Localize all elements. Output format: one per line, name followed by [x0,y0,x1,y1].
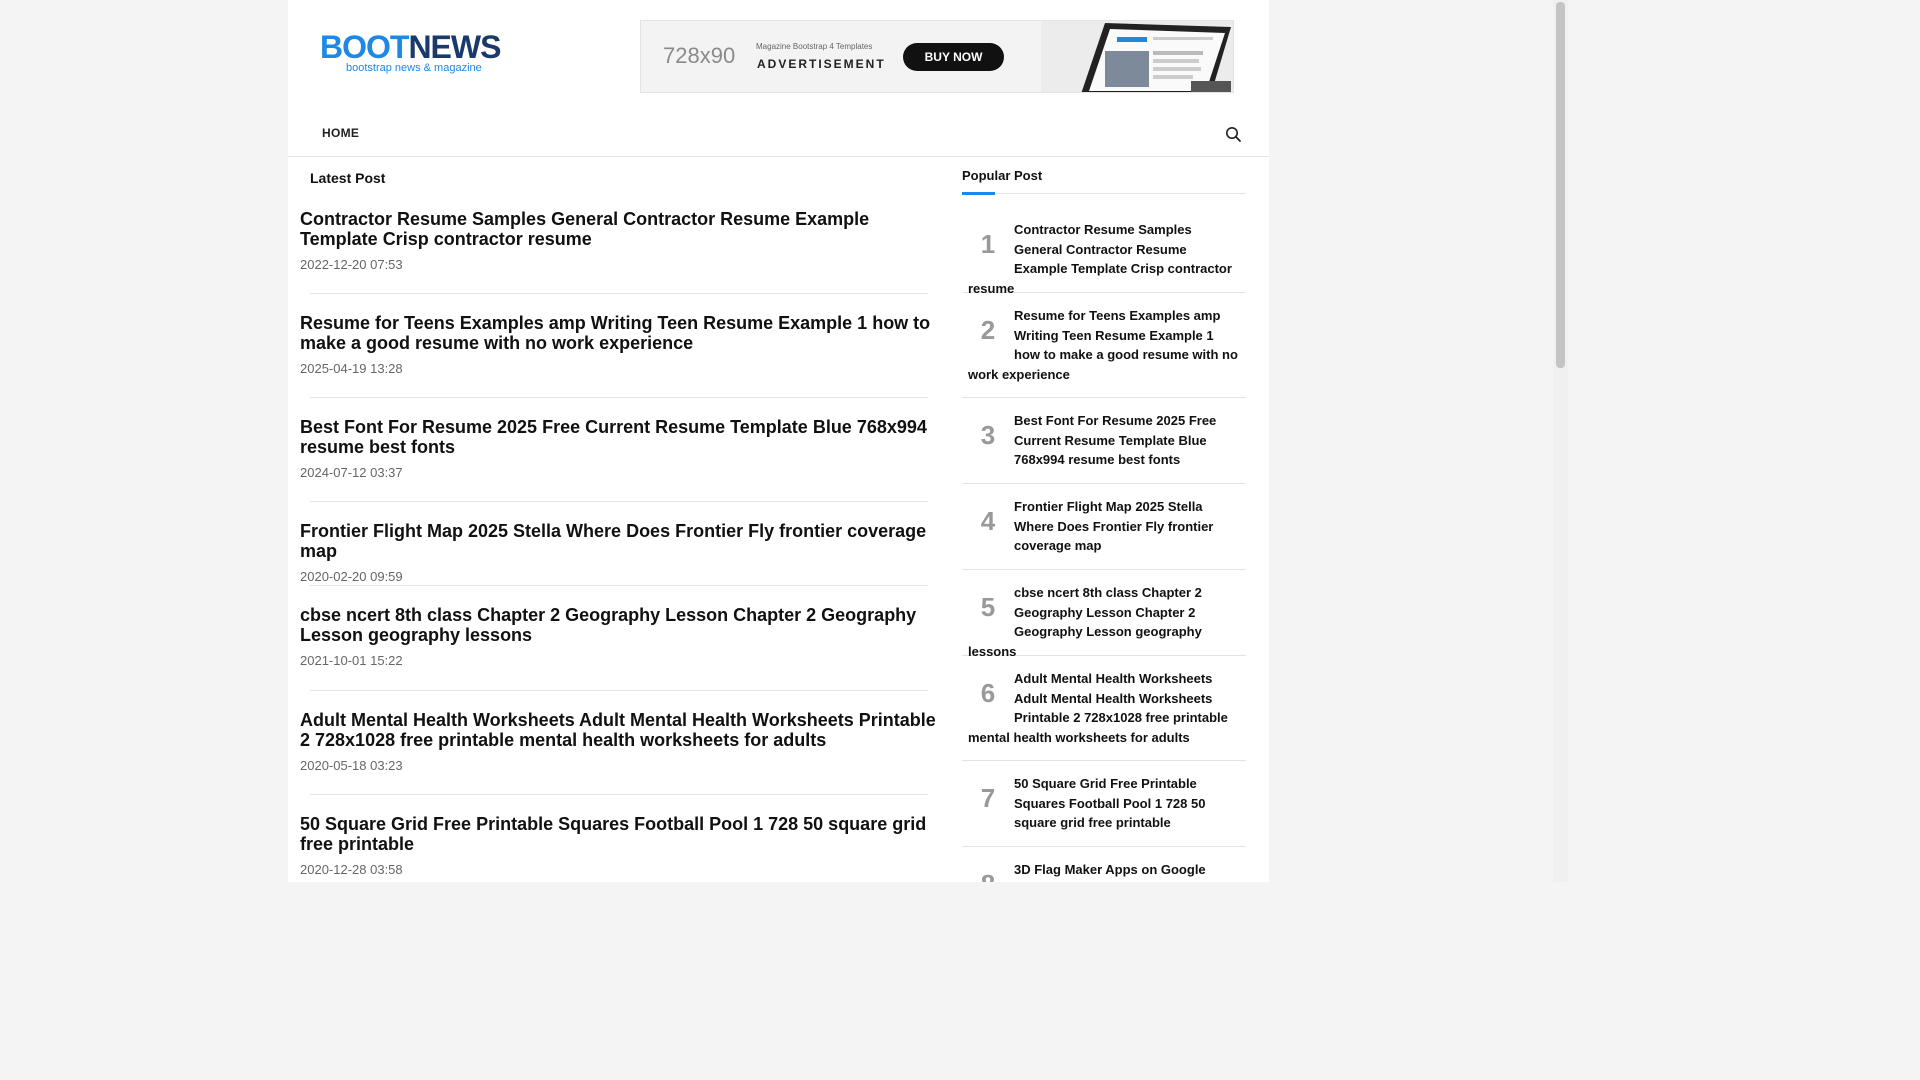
heading-accent-bar [962,192,995,195]
popular-rank: 8 [968,866,1008,882]
nav-item-home[interactable]: HOME [322,126,359,140]
search-icon[interactable] [1225,126,1242,143]
post-divider [310,794,928,795]
list-item: Resume for Teens Examples amp Writing Te… [300,313,940,376]
popular-item: 3 Best Font For Resume 2025 Free Current… [962,406,1246,484]
list-item: Best Font For Resume 2025 Free Current R… [300,417,940,480]
popular-item-link[interactable]: 5 cbse ncert 8th class Chapter 2 Geograp… [962,578,1246,661]
popular-item-link[interactable]: 8 3D Flag Maker Apps on Google [962,855,1246,882]
post-date: 2020-02-20 09:59 [300,569,403,584]
list-item: 50 Square Grid Free Printable Squares Fo… [300,814,940,877]
page-container: BOOTNEWS bootstrap news & magazine 728x9… [288,0,1269,882]
ad-device-image [1041,21,1233,92]
popular-item-title: 3D Flag Maker Apps on Google [1014,862,1206,877]
post-title-link[interactable]: 50 Square Grid Free Printable Squares Fo… [300,814,940,854]
popular-item: 5 cbse ncert 8th class Chapter 2 Geograp… [962,578,1246,659]
post-title-link[interactable]: Resume for Teens Examples amp Writing Te… [300,313,940,353]
latest-post-heading: Latest Post [310,170,386,186]
post-divider [310,397,928,398]
popular-item-title: Best Font For Resume 2025 Free Current R… [1014,413,1217,468]
post-title-link[interactable]: cbse ncert 8th class Chapter 2 Geography… [300,605,940,645]
list-item: Adult Mental Health Worksheets Adult Men… [300,710,940,773]
popular-rank: 3 [980,420,996,450]
post-divider [310,501,928,502]
popular-item: 6 Adult Mental Health Worksheets Adult M… [962,664,1246,761]
popular-rank: 6 [980,678,996,708]
post-date: 2025-04-19 13:28 [300,361,403,376]
popular-item-link[interactable]: 1 Contractor Resume Samples General Cont… [962,215,1246,298]
popular-item-title: Frontier Flight Map 2025 Stella Where Do… [1014,499,1214,554]
popular-item-title: 50 Square Grid Free Printable Squares Fo… [1014,776,1206,831]
popular-rank: 1 [980,229,996,259]
post-date: 2021-10-01 15:22 [300,653,403,668]
logo-word-news: NEWS [408,29,501,65]
post-divider [310,293,928,294]
post-title-link[interactable]: Frontier Flight Map 2025 Stella Where Do… [300,521,940,561]
logo-word-boot: BOOT [320,29,409,65]
popular-item: 4 Frontier Flight Map 2025 Stella Where … [962,492,1246,570]
post-date: 2020-12-28 03:58 [300,862,403,877]
ad-banner[interactable]: 728x90 Magazine Bootstrap 4 Templates AD… [640,20,1234,93]
page-scrollbar[interactable] [1553,0,1568,882]
site-logo[interactable]: BOOTNEWS bootstrap news & magazine [320,29,501,78]
popular-item: 8 3D Flag Maker Apps on Google [962,855,1246,882]
ad-size-label: 728x90 [663,43,736,68]
popular-post-heading: Popular Post [962,168,1043,183]
popular-item-link[interactable]: 3 Best Font For Resume 2025 Free Current… [962,406,1246,470]
popular-item: 1 Contractor Resume Samples General Cont… [962,215,1246,296]
post-divider [310,585,928,586]
post-date: 2024-07-12 03:37 [300,465,403,480]
list-item: Frontier Flight Map 2025 Stella Where Do… [300,521,940,584]
ad-subtitle: Magazine Bootstrap 4 Templates [756,42,873,51]
popular-rank: 5 [980,592,996,622]
logo-wordmark: BOOTNEWS [320,29,501,65]
logo-tagline: bootstrap news & magazine [346,62,482,74]
main-nav: HOME [288,112,1269,157]
buy-now-button[interactable]: BUY NOW [903,43,1004,71]
ad-title: ADVERTISEMENT [757,57,886,71]
popular-item-link[interactable]: 4 Frontier Flight Map 2025 Stella Where … [962,492,1246,556]
popular-post-header: Popular Post [962,168,1246,195]
popular-rank: 2 [980,315,996,345]
popular-item: 2 Resume for Teens Examples amp Writing … [962,301,1246,398]
popular-rank: 4 [980,506,996,536]
post-divider [310,690,928,691]
popular-rank: 7 [980,783,996,813]
list-item: cbse ncert 8th class Chapter 2 Geography… [300,605,940,668]
post-date: 2020-05-18 03:23 [300,758,403,773]
post-title-link[interactable]: Best Font For Resume 2025 Free Current R… [300,417,940,457]
popular-item-link[interactable]: 6 Adult Mental Health Worksheets Adult M… [962,664,1246,747]
post-title-link[interactable]: Contractor Resume Samples General Contra… [300,209,940,249]
scrollbar-thumb[interactable] [1556,2,1565,368]
list-item: Contractor Resume Samples General Contra… [300,209,940,272]
popular-item: 7 50 Square Grid Free Printable Squares … [962,769,1246,847]
post-date: 2022-12-20 07:53 [300,257,403,272]
popular-item-link[interactable]: 7 50 Square Grid Free Printable Squares … [962,769,1246,833]
popular-item-link[interactable]: 2 Resume for Teens Examples amp Writing … [962,301,1246,384]
popular-item-title: Resume for Teens Examples amp Writing Te… [968,308,1238,382]
post-title-link[interactable]: Adult Mental Health Worksheets Adult Men… [300,710,940,750]
